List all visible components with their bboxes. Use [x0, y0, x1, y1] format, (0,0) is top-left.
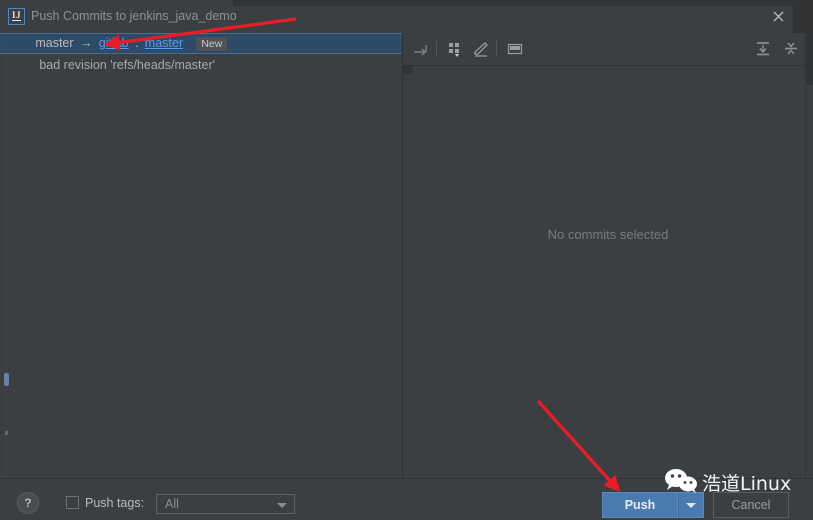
push-tags-checkbox[interactable] [66, 496, 79, 509]
push-dropdown-button[interactable] [678, 492, 704, 518]
close-icon[interactable] [766, 4, 791, 29]
titlebar-backdrop [233, 0, 813, 6]
toolbar-divider [496, 41, 497, 57]
show-diff-icon[interactable] [409, 37, 433, 61]
help-button[interactable]: ? [17, 492, 39, 514]
dialog-content: master → gitlab : master New bad revisio… [0, 33, 813, 478]
empty-state-label: No commits selected [547, 227, 669, 242]
remote-link[interactable]: gitlab [99, 34, 129, 53]
commit-tree[interactable]: master → gitlab : master New bad revisio… [0, 33, 402, 478]
branch-separator: : [134, 36, 139, 51]
edit-icon[interactable] [469, 37, 493, 61]
titlebar-backdrop-right [793, 0, 813, 33]
panel-corner-shadow [403, 66, 413, 74]
details-toolbar [403, 33, 813, 66]
push-button[interactable]: Push [602, 492, 678, 518]
target-branch-link[interactable]: master [145, 34, 183, 53]
chevron-down-icon [277, 503, 287, 508]
group-by-icon[interactable] [443, 37, 467, 61]
details-scrollbar-track[interactable] [805, 33, 813, 478]
push-commits-dialog: IJ Push Commits to jenkins_java_demo mas… [0, 0, 813, 520]
chevron-down-icon [686, 503, 696, 508]
commit-tree-panel: master → gitlab : master New bad revisio… [0, 33, 402, 478]
page-title: Push Commits to jenkins_java_demo [31, 9, 237, 23]
tree-scrollbar-track [6, 33, 7, 478]
status-badge: New [196, 36, 228, 51]
title-bar: IJ Push Commits to jenkins_java_demo [0, 0, 813, 34]
cancel-button[interactable]: Cancel [713, 492, 789, 518]
tree-row[interactable]: master → gitlab : master New [0, 33, 402, 54]
push-tags-select[interactable]: All [156, 494, 295, 514]
intellij-idea-icon: IJ [8, 8, 25, 25]
help-button-label: ? [24, 496, 32, 510]
tree-row[interactable]: bad revision 'refs/heads/master' [0, 54, 402, 74]
preview-panel-icon[interactable] [503, 37, 527, 61]
arrow-glyph-icon: → [79, 36, 93, 51]
app-icon-underline [12, 19, 21, 21]
source-branch-label: master [35, 36, 74, 51]
push-tags-label: Push tags: [85, 496, 145, 510]
expand-all-icon[interactable] [751, 37, 775, 61]
toolbar-divider [436, 41, 437, 57]
tree-scrollbar-marker[interactable] [5, 431, 8, 435]
app-icon-letters: IJ [11, 10, 21, 20]
details-scrollbar-top-shadow [805, 33, 813, 85]
tree-scrollbar-thumb[interactable] [4, 373, 9, 386]
push-tags-selected-value: All [165, 497, 179, 511]
error-message-label: bad revision 'refs/heads/master' [39, 57, 216, 72]
commit-details-panel: No commits selected [403, 33, 813, 478]
collapse-all-icon[interactable] [779, 37, 803, 61]
